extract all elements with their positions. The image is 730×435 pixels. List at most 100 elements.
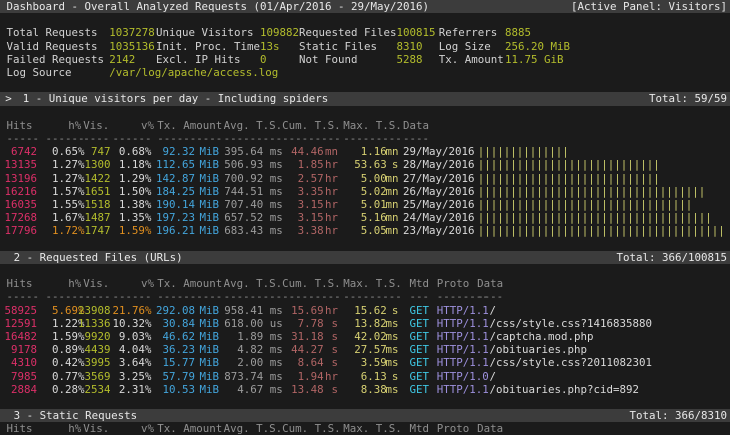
cell-avg_unit: ms xyxy=(270,211,283,224)
cell-date: 23/May/2016 xyxy=(403,224,475,237)
cell-method: GET xyxy=(410,330,430,343)
cell-v_pct: 1.35% xyxy=(112,211,151,224)
active-panel-indicator: [Active Panel: Visitors] xyxy=(571,0,727,13)
table-row[interactable]: 160351.55%15181.38%190.14MiB707.40ms3.15… xyxy=(0,198,730,211)
cell-max_unit: ms xyxy=(385,383,398,396)
panel-header-2[interactable]: 2 - Requested Files (URLs)Total: 366/100… xyxy=(0,251,730,264)
column-divider: ---- xyxy=(83,132,109,145)
cell-v_pct: 9.03% xyxy=(112,330,151,343)
cell-method: GET xyxy=(410,383,430,396)
cell-vis: 11336 xyxy=(78,317,111,330)
cell-cum_unit: hr xyxy=(325,304,338,317)
cell-hits: 16035 xyxy=(0,198,37,211)
table-row[interactable]: 91780.89%44394.04%36.23MiB4.82ms44.27s27… xyxy=(0,343,730,356)
column-divider: ---------- xyxy=(157,132,222,145)
stat-value: 2142 xyxy=(109,53,135,66)
cell-tx_unit: MiB xyxy=(200,383,220,396)
cell-tx_unit: MiB xyxy=(200,304,220,317)
stat-value: 11.75 GiB xyxy=(505,53,564,66)
stat-value: 0 xyxy=(260,53,267,66)
column-divider-row: ----------------------------------------… xyxy=(0,290,730,303)
stat-value: 5288 xyxy=(397,53,423,66)
column-header: h% xyxy=(68,277,81,290)
table-row[interactable]: 28840.28%25342.31%10.53MiB4.67ms13.48s8.… xyxy=(0,383,730,396)
cell-cum_unit: s xyxy=(325,330,338,343)
stat-value: 1037278 xyxy=(109,26,155,39)
column-header-row: Hitsh%Vis.v%Tx. AmountAvg. T.S.Cum. T.S.… xyxy=(0,119,730,132)
cell-v_pct: 10.32% xyxy=(112,317,151,330)
cell-avg_unit: ms xyxy=(270,172,283,185)
column-header: v% xyxy=(141,422,154,435)
column-divider: ----- xyxy=(7,290,40,303)
column-header: Cum. T.S. xyxy=(282,422,341,435)
cell-tx: 196.21 xyxy=(153,224,195,237)
table-row[interactable]: 131961.27%14221.29%142.87MiB700.92ms2.57… xyxy=(0,172,730,185)
cell-cum: 3.35 xyxy=(285,185,324,198)
cell-vis: 1747 xyxy=(78,224,111,237)
cell-avg_unit: ms xyxy=(270,185,283,198)
cell-cum_unit: hr xyxy=(325,370,338,383)
table-row[interactable]: 177961.72%17471.59%196.21MiB683.43ms3.38… xyxy=(0,224,730,237)
cell-cum_unit: hr xyxy=(325,185,338,198)
cell-avg_unit: ms xyxy=(270,343,283,356)
cell-hits: 17268 xyxy=(0,211,37,224)
stat-label: Static Files xyxy=(299,40,377,53)
cell-v_pct: 21.76% xyxy=(112,304,151,317)
stat-value: 1035136 xyxy=(109,40,155,53)
cell-max_unit: mn xyxy=(385,211,398,224)
cell-avg_unit: ms xyxy=(270,158,283,171)
column-divider: ------ xyxy=(112,290,151,303)
cell-avg: 744.51 xyxy=(218,185,264,198)
column-header: Vis. xyxy=(83,119,109,132)
panel-title: 3 - Static Requests xyxy=(14,409,138,422)
cell-proto: HTTP/1.1 xyxy=(437,356,489,369)
cell-path: /captcha.mod.php xyxy=(489,330,593,343)
column-header: Tx. Amount xyxy=(157,422,222,435)
cell-method: GET xyxy=(410,343,430,356)
table-row[interactable]: 67420.65%7470.68%92.32MiB395.64ms44.46mn… xyxy=(0,145,730,158)
table-row[interactable]: 43100.42%39953.64%15.77MiB2.00ms8.64s3.5… xyxy=(0,356,730,369)
column-header-row: Hitsh%Vis.v%Tx. AmountAvg. T.S.Cum. T.S.… xyxy=(0,422,730,435)
cell-avg_unit: ms xyxy=(270,145,283,158)
cell-avg: 4.67 xyxy=(218,383,264,396)
cell-avg: 873.74 xyxy=(218,370,264,383)
table-row[interactable]: 164821.59%99209.03%46.62MiB1.89ms31.18s4… xyxy=(0,330,730,343)
stat-label: Excl. IP Hits xyxy=(156,53,241,66)
cell-avg_unit: us xyxy=(270,317,283,330)
stat-label: Init. Proc. Time xyxy=(156,40,260,53)
cell-v_pct: 1.38% xyxy=(112,198,151,211)
cell-vis: 1518 xyxy=(78,198,111,211)
column-header: h% xyxy=(68,422,81,435)
cell-max_unit: s xyxy=(385,370,398,383)
table-row[interactable]: 131351.27%13001.18%112.65MiB506.93ms1.85… xyxy=(0,158,730,171)
stat-label: Failed Requests xyxy=(7,53,105,66)
cell-max_unit: mn xyxy=(385,224,398,237)
table-row[interactable]: 79850.77%35693.25%57.79MiB873.74ms1.94hr… xyxy=(0,370,730,383)
cell-date: 27/May/2016 xyxy=(403,172,475,185)
table-row[interactable]: 589255.69%2390821.76%292.08MiB958.41ms15… xyxy=(0,304,730,317)
cell-tx: 292.08 xyxy=(153,304,195,317)
stat-label: Total Requests xyxy=(7,26,98,39)
cell-date: 29/May/2016 xyxy=(403,145,475,158)
cell-max: 42.02 xyxy=(348,330,387,343)
column-header: Data xyxy=(477,422,503,435)
stat-value: 256.20 MiB xyxy=(505,40,570,53)
column-header: Data xyxy=(477,277,503,290)
cell-avg: 657.52 xyxy=(218,211,264,224)
cell-path: /css/style.css?2011082301 xyxy=(489,356,652,369)
panel-header-3[interactable]: 3 - Static RequestsTotal: 366/8310 xyxy=(0,409,730,422)
cell-tx_unit: MiB xyxy=(200,145,220,158)
cell-cum: 44.27 xyxy=(285,343,324,356)
table-row[interactable]: 125911.22%1133610.32%30.84MiB618.00us7.7… xyxy=(0,317,730,330)
panel-cursor-icon: > xyxy=(5,92,12,105)
table-row[interactable]: 162161.57%16511.50%184.25MiB744.51ms3.35… xyxy=(0,185,730,198)
cell-tx: 190.14 xyxy=(153,198,195,211)
cell-tx_unit: MiB xyxy=(200,343,220,356)
cell-tx: 57.79 xyxy=(153,370,195,383)
table-row[interactable]: 172681.67%14871.35%197.23MiB657.52ms3.15… xyxy=(0,211,730,224)
cell-avg_unit: ms xyxy=(270,198,283,211)
cell-v_pct: 2.31% xyxy=(112,383,151,396)
cell-vis: 3569 xyxy=(78,370,111,383)
panel-header-1[interactable]: >1 - Unique visitors per day - Including… xyxy=(0,92,730,105)
cell-tx_unit: MiB xyxy=(200,172,220,185)
